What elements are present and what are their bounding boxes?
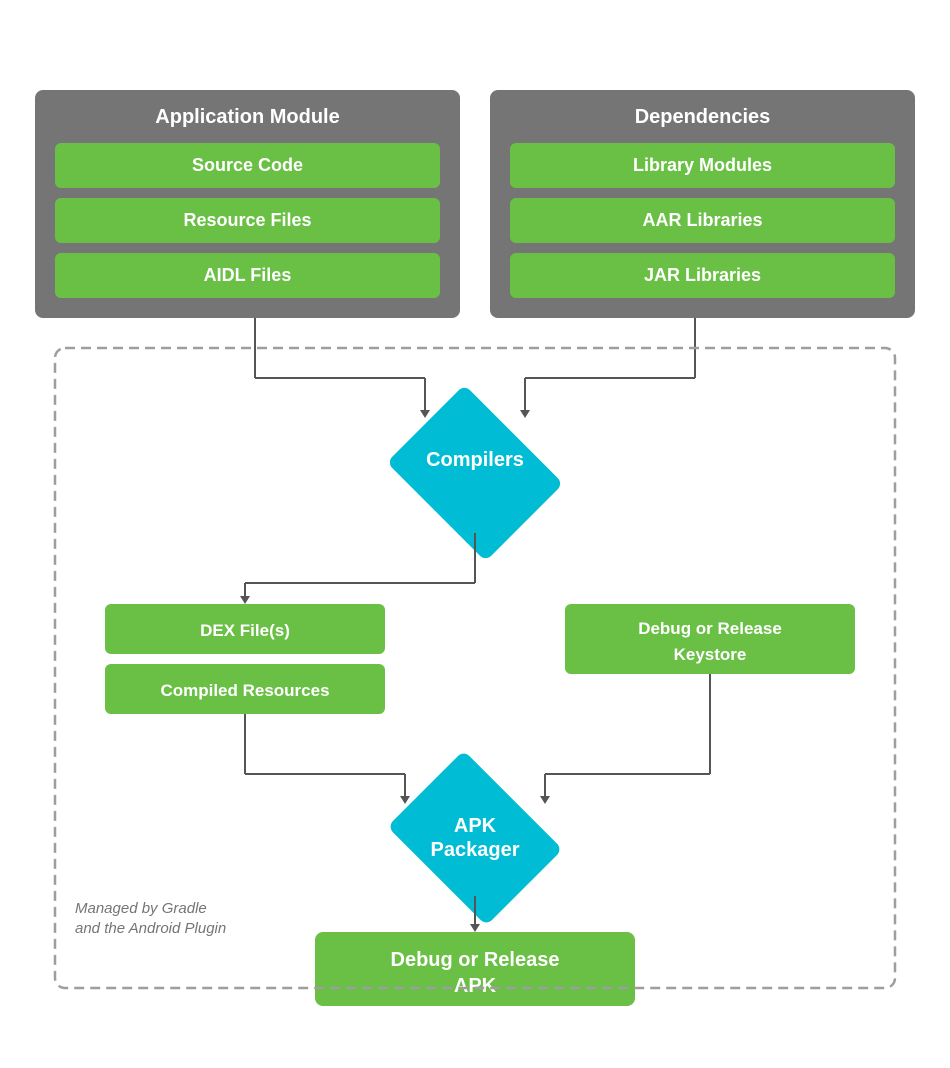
aidl-files-btn: AIDL Files [55, 253, 440, 298]
jar-libraries-btn: JAR Libraries [510, 253, 895, 298]
dependencies-box: Dependencies Library Modules AAR Librari… [490, 90, 915, 318]
svg-text:Packager: Packager [431, 839, 520, 861]
aar-libraries-btn: AAR Libraries [510, 198, 895, 243]
library-modules-btn: Library Modules [510, 143, 895, 188]
top-section: Application Module Source Code Resource … [35, 90, 915, 318]
svg-text:and the Android Plugin: and the Android Plugin [75, 920, 226, 937]
svg-text:APK: APK [454, 815, 497, 837]
svg-text:APK: APK [454, 975, 497, 997]
svg-text:Keystore: Keystore [674, 645, 747, 664]
svg-text:Managed by Gradle: Managed by Gradle [75, 900, 207, 917]
svg-text:Compilers: Compilers [426, 449, 524, 471]
svg-text:Debug or Release: Debug or Release [391, 949, 560, 971]
dependencies-title: Dependencies [510, 106, 895, 129]
svg-text:DEX File(s): DEX File(s) [200, 621, 290, 640]
flow-diagram-svg: Compilers DEX File(s) Compiled Resources… [35, 318, 915, 978]
svg-text:Debug or Release: Debug or Release [638, 619, 782, 638]
application-module-box: Application Module Source Code Resource … [35, 90, 460, 318]
source-code-btn: Source Code [55, 143, 440, 188]
application-module-title: Application Module [55, 106, 440, 129]
resource-files-btn: Resource Files [55, 198, 440, 243]
svg-text:Compiled Resources: Compiled Resources [160, 681, 329, 700]
diagram: Application Module Source Code Resource … [25, 70, 925, 998]
